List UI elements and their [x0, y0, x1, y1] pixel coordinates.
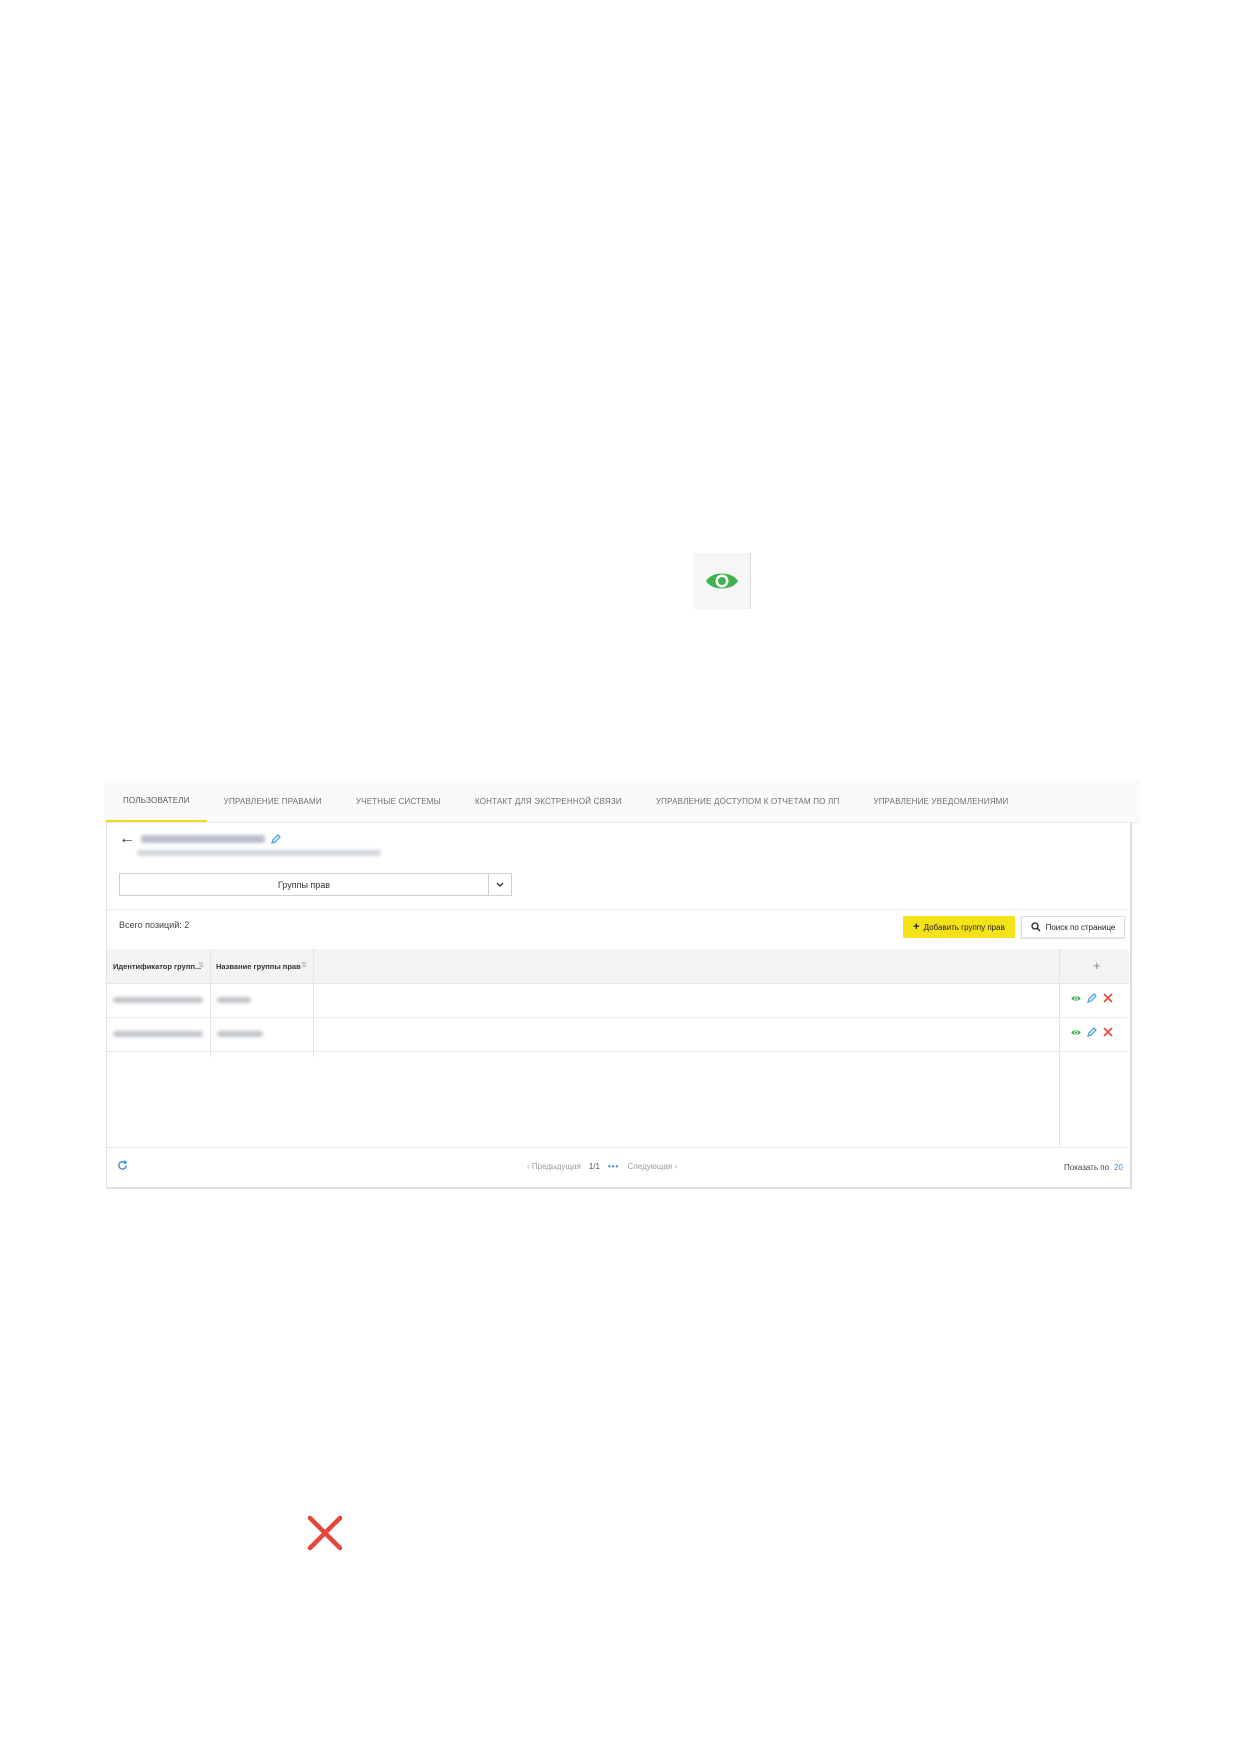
back-arrow-icon[interactable]: ← [119, 831, 135, 847]
table-row[interactable] [107, 1017, 1129, 1052]
section-select-value: Группы прав [277, 879, 331, 890]
search-button-label: Поиск по странице [1045, 922, 1116, 932]
row-actions [1071, 1027, 1113, 1037]
add-column-icon[interactable]: + [1093, 958, 1101, 973]
tab-users[interactable]: Пользователи [106, 780, 207, 822]
tab-bar: Пользователи Управление правами Учетные … [104, 780, 1140, 823]
rights-groups-table: Идентификатор групп... ⇅ Название группы… [107, 949, 1129, 1147]
cell-name-redacted [217, 1031, 263, 1037]
table-row[interactable] [107, 983, 1129, 1018]
prev-page-label: Предыдущая [531, 1162, 581, 1171]
page-size-control[interactable]: Показать по 20 [1064, 1163, 1123, 1172]
user-panel: ← Группы прав Всего позиций: 2 + Добавит… [106, 823, 1132, 1189]
table-header: Идентификатор групп... ⇅ Название группы… [107, 949, 1129, 984]
user-header: ← [119, 831, 281, 847]
column-name-label: Название группы прав [216, 961, 301, 971]
cell-name-redacted [217, 997, 251, 1003]
edit-pencil-icon[interactable] [1087, 993, 1097, 1003]
total-count: Всего позиций: 2 [119, 920, 190, 930]
eye-icon[interactable] [1071, 1029, 1081, 1036]
page-search-button[interactable]: Поиск по странице [1021, 916, 1125, 938]
pagination: ‹ Предыдущая 1/1 ••• Следующая › [527, 1162, 677, 1171]
column-header-id[interactable]: Идентификатор групп... ⇅ [107, 949, 210, 983]
current-page: 1/1 [588, 1162, 600, 1171]
chevron-down-icon[interactable] [488, 874, 511, 895]
prev-page-button[interactable]: ‹ Предыдущая [527, 1162, 581, 1171]
tab-notifications[interactable]: Управление уведомлениями [856, 780, 1025, 822]
tab-rights[interactable]: Управление правами [207, 780, 339, 822]
edit-pencil-icon[interactable] [1087, 1027, 1097, 1037]
app-screenshot: Пользователи Управление правами Учетные … [104, 780, 1140, 1190]
user-subtitle-redacted [137, 850, 381, 856]
eye-icon [705, 573, 738, 589]
cell-id-redacted [113, 1031, 203, 1037]
divider [107, 909, 1130, 910]
close-icon[interactable] [1103, 1027, 1113, 1037]
search-icon [1030, 922, 1041, 932]
refresh-icon[interactable] [117, 1160, 128, 1171]
add-button-label: Добавить группу прав [923, 922, 1005, 932]
eye-icon-illustration [693, 553, 751, 609]
sort-icon[interactable]: ⇅ [198, 961, 204, 969]
page-size-value[interactable]: 20 [1114, 1163, 1123, 1172]
section-select[interactable]: Группы прав [119, 873, 512, 896]
next-page-label: Следующая [627, 1162, 673, 1171]
sort-icon[interactable]: ⇅ [301, 961, 307, 969]
table-footer: ‹ Предыдущая 1/1 ••• Следующая › Показат… [107, 1147, 1129, 1188]
plus-icon: + [913, 921, 920, 933]
page-size-label: Показать по [1064, 1163, 1110, 1172]
tab-emergency-contact[interactable]: Контакт для экстренной связи [458, 780, 639, 822]
row-actions [1071, 993, 1113, 1003]
add-rights-group-button[interactable]: + Добавить группу прав [903, 916, 1015, 938]
next-page-button[interactable]: Следующая › [627, 1162, 677, 1171]
close-icon[interactable] [1103, 993, 1113, 1003]
eye-icon[interactable] [1071, 995, 1081, 1002]
edit-pencil-icon[interactable] [271, 834, 281, 844]
close-icon [307, 1515, 343, 1551]
user-name-redacted [141, 835, 265, 843]
column-header-name[interactable]: Название группы прав ⇅ [210, 949, 313, 983]
tab-reports-access[interactable]: Управление доступом к отчетам по ЛП [639, 780, 857, 822]
more-pages-button[interactable]: ••• [608, 1162, 619, 1171]
column-id-label: Идентификатор групп... [113, 961, 202, 971]
tab-systems[interactable]: Учетные системы [339, 780, 458, 822]
cell-id-redacted [113, 997, 203, 1003]
